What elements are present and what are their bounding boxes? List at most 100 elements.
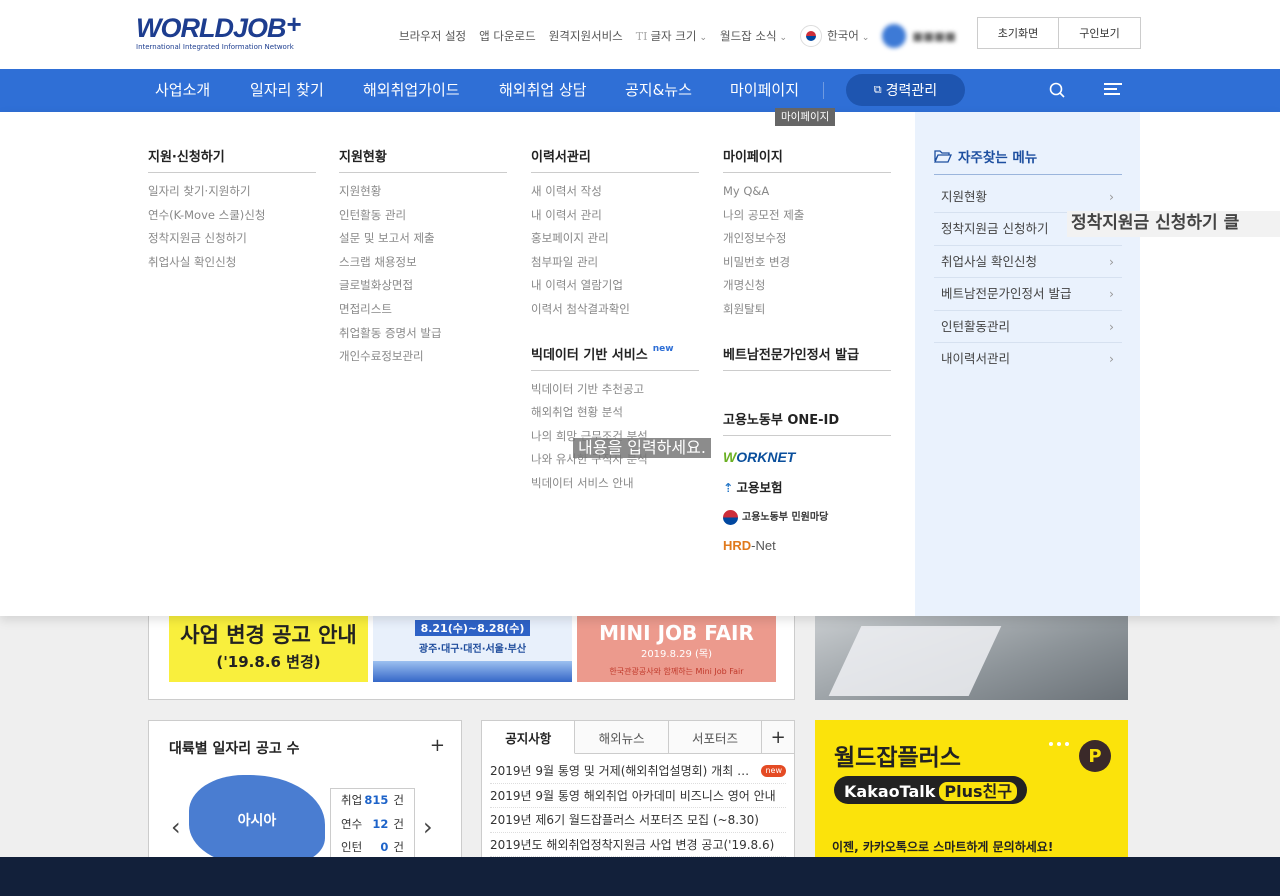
tab-notice[interactable]: 공지사항 — [482, 721, 576, 754]
slider-dots[interactable] — [1049, 742, 1069, 746]
worknet-logo[interactable]: WORKNET — [723, 443, 891, 473]
mypage-tooltip: 마이페이지 — [775, 108, 836, 126]
menu-link[interactable]: 연수(K-Move 스쿨)신청 — [148, 204, 316, 228]
nav-overseas-consult[interactable]: 해외취업 상담 — [499, 69, 587, 112]
minwon-text: 고용노동부 민원마당 — [723, 508, 828, 525]
input-placeholder-overlay: 내용을 입력하세요. — [573, 438, 711, 458]
menu-link[interactable]: 내 이력서 관리 — [531, 204, 699, 228]
stat-row: 연수 12 건 — [331, 813, 414, 837]
avatar — [882, 24, 907, 48]
hamburger-menu-icon[interactable] — [1104, 83, 1122, 97]
menu-link[interactable]: 정착지원금 신청하기 — [148, 227, 316, 251]
worldjob-logo[interactable]: WORLDJOB + International Integrated Infor… — [136, 11, 316, 54]
user-profile-blurred[interactable]: ■■■■ — [882, 24, 956, 48]
more-plus-button[interactable]: + — [430, 735, 445, 756]
stat-unit: 건 — [393, 816, 404, 831]
nav-notice-news[interactable]: 공지&뉴스 — [625, 69, 692, 112]
stat-value[interactable]: 815 — [364, 789, 388, 813]
news-item[interactable]: 2019년 제6기 월드잡플러스 서포터즈 모집 (~8.30) — [490, 808, 786, 833]
menu-link[interactable]: 취업사실 확인신청 — [148, 251, 316, 275]
menu-link[interactable]: 취업활동 증명서 발급 — [339, 322, 507, 346]
stat-value[interactable]: 12 — [372, 813, 388, 837]
news-item[interactable]: 2019년 9월 통영 해외취업 아카데미 비즈니스 영어 안내 — [490, 784, 786, 808]
favorite-item[interactable]: 지원현황 — [934, 181, 1122, 214]
tab-supporters[interactable]: 서포터즈 — [668, 721, 763, 753]
menu-link[interactable]: 일자리 찾기·지원하기 — [148, 180, 316, 204]
menu-link[interactable]: 인턴활동 관리 — [339, 204, 507, 228]
chevron-left-icon[interactable]: ‹ — [171, 813, 181, 841]
banner-date: 2019.8.29 (목) — [640, 649, 713, 660]
job-stats-table: 취업 815 건 연수 12 건 인턴 0 건 — [330, 788, 415, 861]
top-bar: WORLDJOB + International Integrated Infor… — [0, 0, 1280, 69]
menu-link[interactable]: 스크랩 채용정보 — [339, 251, 507, 275]
menu-link[interactable]: 첨부파일 관리 — [531, 251, 699, 275]
korea-flag-icon — [800, 25, 823, 47]
menu-link[interactable]: 지원현황 — [339, 180, 507, 204]
news-item[interactable]: 2019년도 해외취업정착지원금 사업 변경 공고('19.8.6) — [490, 833, 786, 857]
menu-link[interactable]: 비밀번호 변경 — [723, 251, 891, 275]
news-item[interactable]: 2019년 9월 통영 및 거제(해외취업설명회) 개최 안내 new — [490, 759, 786, 784]
asia-map[interactable]: 아시아 — [189, 775, 325, 865]
chevron-down-icon: ⌄ — [861, 32, 870, 43]
browser-settings-link[interactable]: 브라우저 설정 — [399, 28, 466, 44]
menu-link[interactable]: 홍보페이지 관리 — [531, 227, 699, 251]
career-management-button[interactable]: ⧉ 경력관리 — [846, 74, 965, 106]
menu-link[interactable]: 개인수료정보관리 — [339, 345, 507, 369]
menu-link[interactable]: My Q&A — [723, 180, 891, 204]
minwon-logo[interactable]: 고용노동부 민원마당 — [723, 502, 891, 532]
menu-link[interactable]: 빅데이터 기반 추천공고 — [531, 378, 699, 402]
remote-support-link[interactable]: 원격지원서비스 — [549, 28, 623, 44]
worldjob-news-dropdown[interactable]: 월드잡 소식 ⌄ — [720, 28, 787, 44]
nav-business-intro[interactable]: 사업소개 — [155, 69, 210, 112]
menu-link[interactable]: 해외취업 현황 분석 — [531, 401, 699, 425]
menu-link[interactable]: 설문 및 보고서 제출 — [339, 227, 507, 251]
menu-link[interactable]: 면접리스트 — [339, 298, 507, 322]
vietnam-cert-link[interactable]: 베트남전문가인정서 발급 — [723, 344, 891, 371]
worknet-rest: ORKNET — [736, 449, 796, 466]
hrd-text: HRD — [723, 538, 752, 554]
banner-slider: 사업 변경 공고 안내 ('19.8.6 변경) 8.21(수)~8.28(수)… — [148, 616, 795, 700]
favorite-item[interactable]: 베트남전문가인정서 발급 — [934, 278, 1122, 311]
hrd-net-logo[interactable]: HRD-Net — [723, 531, 891, 561]
menu-link[interactable]: 나의 공모전 제출 — [723, 204, 891, 228]
favorite-item[interactable]: 인턴활동관리 — [934, 311, 1122, 343]
nav-overseas-guide[interactable]: 해외취업가이드 — [363, 69, 460, 112]
language-dropdown[interactable]: 한국어 ⌄ — [800, 25, 869, 47]
font-size-dropdown[interactable]: TI 글자 크기 ⌄ — [636, 28, 707, 44]
menu-link[interactable]: 이력서 첨삭결과확인 — [531, 298, 699, 322]
menu-link[interactable]: 개인정보수정 — [723, 227, 891, 251]
menu-link[interactable]: 회원탈퇴 — [723, 298, 891, 322]
banner-mini-job-fair[interactable]: MINI JOB FAIR 2019.8.29 (목) 한국관광공사와 함께하는… — [577, 616, 776, 682]
tab-overseas-news[interactable]: 해외뉴스 — [575, 721, 669, 753]
kakao-talk-badge: KakaoTalk Plus친구 — [834, 776, 1027, 804]
menu-link[interactable]: 내 이력서 열람기업 — [531, 274, 699, 298]
kakao-title: 월드잡플러스 — [834, 745, 961, 771]
stat-label: 취업 — [341, 793, 363, 807]
favorite-item[interactable]: 내이력서관리 — [934, 343, 1122, 376]
reset-view-button[interactable]: 초기화면 — [977, 17, 1059, 49]
search-icon[interactable] — [1048, 81, 1068, 101]
more-plus-button[interactable]: + — [762, 721, 795, 753]
banner-fair-schedule[interactable]: 8.21(수)~8.28(수) 광주·대구·대전·서울·부산 — [373, 616, 572, 682]
employment-insurance-logo[interactable]: 고용보험 — [723, 472, 891, 502]
news-item-text: 2019년 9월 통영 및 거제(해외취업설명회) 개최 안내 — [490, 764, 752, 778]
logo-subtitle: International Integrated Information Net… — [136, 43, 294, 51]
banner-title: MINI JOB FAIR — [599, 621, 754, 645]
menu-link[interactable]: 빅데이터 서비스 안내 — [531, 472, 699, 496]
kakaotalk-text: KakaoTalk — [844, 782, 936, 801]
stat-value[interactable]: 0 — [380, 836, 388, 860]
menu-link[interactable]: 개명신청 — [723, 274, 891, 298]
menu-link[interactable]: 새 이력서 작성 — [531, 180, 699, 204]
menu-link[interactable]: 글로벌화상면접 — [339, 274, 507, 298]
magazine-photo[interactable] — [815, 616, 1128, 700]
worldjob-news-label: 월드잡 소식 — [719, 29, 777, 43]
nav-find-jobs[interactable]: 일자리 찾기 — [250, 69, 324, 112]
employer-view-button[interactable]: 구인보기 — [1059, 17, 1141, 49]
chevron-right-icon[interactable]: › — [423, 813, 433, 841]
kakao-plus-icon: P — [1079, 740, 1111, 772]
banner-project-change[interactable]: 사업 변경 공고 안내 ('19.8.6 변경) — [169, 616, 368, 682]
user-name-blurred: ■■■■ — [912, 29, 956, 43]
app-download-link[interactable]: 앱 다운로드 — [479, 28, 536, 44]
nav-mypage[interactable]: 마이페이지 — [730, 69, 799, 112]
favorite-item[interactable]: 취업사실 확인신청 — [934, 246, 1122, 279]
